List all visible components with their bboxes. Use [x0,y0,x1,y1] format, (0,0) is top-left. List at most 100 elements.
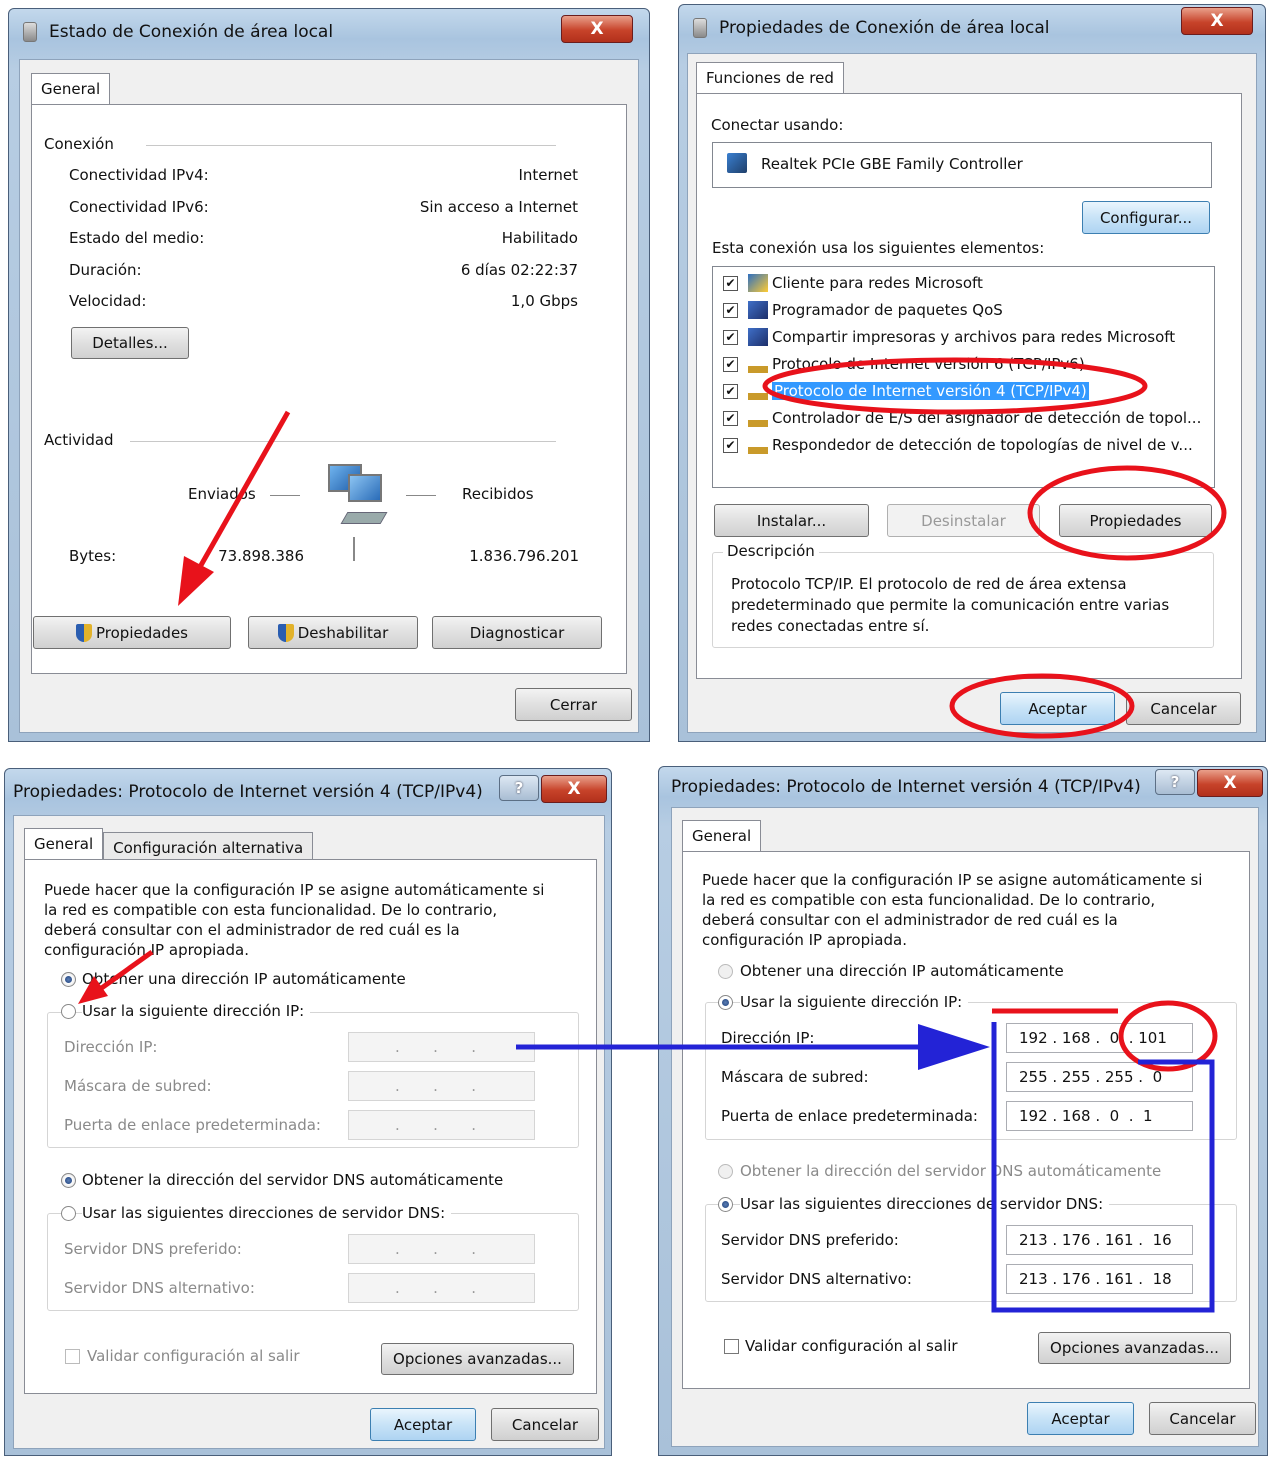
list-item[interactable]: ✔ Controlador de E/S del asignador de det… [723,406,1201,430]
components-list[interactable]: ✔ Cliente para redes Microsoft ✔ Programad… [712,266,1215,488]
protocol-icon [748,355,768,373]
close-button[interactable]: Cerrar [515,688,632,721]
properties-button[interactable]: Propiedades [33,616,231,649]
cancel-button[interactable]: Cancelar [1149,1402,1256,1435]
list-item[interactable]: ✔ Protocolo de Internet versión 6 (TCP/IP… [723,352,1085,376]
checkbox-checked[interactable]: ✔ [723,383,738,399]
window-title: Propiedades: Protocolo de Internet versi… [13,782,483,802]
network-adapter-icon [727,153,747,173]
tab-networking[interactable]: Funciones de red [696,62,844,94]
tab-panel: Conectar usando: Realtek PCIe GBE Family… [696,93,1242,679]
dns-alternate-input[interactable]: 213 . 176 . 161 . 18 [1006,1264,1193,1294]
validate-checkbox[interactable] [65,1349,80,1364]
gateway-label: Puerta de enlace predeterminada: [64,1116,321,1134]
tab-general[interactable]: General [31,73,111,105]
service-icon [748,328,768,346]
manual-ip-label: Usar la siguiente dirección IP: [740,993,969,1011]
auto-ip-label: Obtener una dirección IP automáticamente [82,970,406,988]
window-title: Propiedades: Protocolo de Internet versi… [671,777,1141,797]
uninstall-button[interactable]: Desinstalar [887,504,1040,537]
advanced-button[interactable]: Opciones avanzadas... [1038,1332,1231,1364]
details-button[interactable]: Detalles... [71,327,189,359]
network-icon [693,18,707,38]
media-state-label: Estado del medio: [69,229,205,247]
auto-dns-radio[interactable] [61,1173,76,1188]
validate-checkbox[interactable] [724,1339,739,1354]
configure-button[interactable]: Configurar... [1082,201,1210,234]
adapter-box: Realtek PCIe GBE Family Controller [712,142,1212,188]
window-title: Propiedades de Conexión de área local [719,18,1050,38]
diagnose-button[interactable]: Diagnosticar [432,616,602,649]
cancel-button[interactable]: Cancelar [491,1408,599,1441]
mask-input[interactable]: . . . [348,1071,535,1101]
tab-panel: Puede hacer que la configuración IP se a… [682,851,1250,1389]
checkbox-checked[interactable]: ✔ [723,275,738,291]
auto-ip-radio[interactable] [61,972,76,987]
dns-alternate-label: Servidor DNS alternativo: [64,1279,255,1297]
duration-label: Duración: [69,261,142,279]
manual-dns-radio[interactable] [718,1197,733,1212]
gateway-input[interactable]: . . . [348,1110,535,1140]
item-label: Protocolo de Internet versión 4 (TCP/IPv… [772,382,1089,400]
bytes-label: Bytes: [69,547,117,565]
list-item-selected[interactable]: ✔ Protocolo de Internet versión 4 (TCP/IP… [723,379,1089,403]
list-item[interactable]: ✔ Respondedor de detección de topologías … [723,433,1193,457]
close-icon[interactable]: X [541,775,607,803]
help-icon[interactable]: ? [1155,769,1195,795]
window-title-bar[interactable]: Propiedades de Conexión de área local [679,5,1265,51]
manual-dns-label: Usar las siguientes direcciones de servi… [82,1204,452,1222]
manual-ip-radio[interactable] [718,995,733,1010]
auto-dns-radio[interactable] [718,1164,733,1179]
mask-label: Máscara de subred: [64,1077,212,1095]
speed-value: 1,0 Gbps [510,292,578,310]
tab-general[interactable]: General [682,820,762,852]
ok-button[interactable]: Aceptar [1027,1402,1134,1435]
description-label: Descripción [723,542,819,560]
close-icon[interactable]: X [1181,7,1253,35]
close-icon[interactable]: X [561,15,633,43]
disable-button[interactable]: Deshabilitar [248,616,418,649]
ip-label: Dirección IP: [721,1029,815,1047]
list-item[interactable]: ✔ Compartir impresoras y archivos para re… [723,325,1175,349]
gateway-input[interactable]: 192 . 168 . 0 . 1 [1006,1101,1193,1131]
client-icon [748,274,768,292]
intro-text: Puede hacer que la configuración IP se a… [44,881,545,959]
dialog-body: General Puede hacer que la configuración… [671,807,1259,1447]
media-state-value: Habilitado [501,229,578,247]
dns-alternate-label: Servidor DNS alternativo: [721,1270,912,1288]
checkbox-checked[interactable]: ✔ [723,302,738,318]
manual-ip-radio[interactable] [61,1004,76,1019]
checkbox-checked[interactable]: ✔ [723,356,738,372]
dns-preferred-input[interactable]: . . . [348,1234,535,1264]
checkbox-checked[interactable]: ✔ [723,410,738,426]
manual-dns-radio[interactable] [61,1206,76,1221]
checkbox-checked[interactable]: ✔ [723,437,738,453]
ok-button[interactable]: Aceptar [370,1408,476,1441]
window-title-bar[interactable]: Estado de Conexión de área local [9,9,649,55]
dns-preferred-label: Servidor DNS preferido: [721,1231,899,1249]
close-icon[interactable]: X [1197,769,1263,797]
bytes-sent-value: 73.898.386 [218,547,304,565]
help-icon[interactable]: ? [499,775,539,801]
cancel-button[interactable]: Cancelar [1126,692,1241,725]
auto-ip-radio[interactable] [718,964,733,979]
section-activity: Actividad [44,431,114,449]
dns-alternate-input[interactable]: . . . [348,1273,535,1303]
list-item[interactable]: ✔ Cliente para redes Microsoft [723,271,983,295]
shield-icon [76,623,92,642]
item-label: Cliente para redes Microsoft [772,274,983,292]
advanced-button[interactable]: Opciones avanzadas... [381,1343,574,1375]
ip-input[interactable]: . . . [348,1032,535,1062]
dns-preferred-input[interactable]: 213 . 176 . 161 . 16 [1006,1225,1193,1255]
properties-button[interactable]: Propiedades [1059,504,1212,537]
tab-general[interactable]: General [24,828,104,860]
checkbox-checked[interactable]: ✔ [723,329,738,345]
ok-button[interactable]: Aceptar [1000,692,1115,725]
service-icon [748,301,768,319]
install-button[interactable]: Instalar... [714,504,869,537]
connection-properties-window: Propiedades de Conexión de área local X … [678,4,1266,742]
tab-alternate-config[interactable]: Configuración alternativa [103,832,314,860]
ip-input[interactable]: 192 . 168 . 0 . 101 [1006,1023,1193,1053]
list-item[interactable]: ✔ Programador de paquetes QoS [723,298,1003,322]
mask-input[interactable]: 255 . 255 . 255 . 0 [1006,1062,1193,1092]
